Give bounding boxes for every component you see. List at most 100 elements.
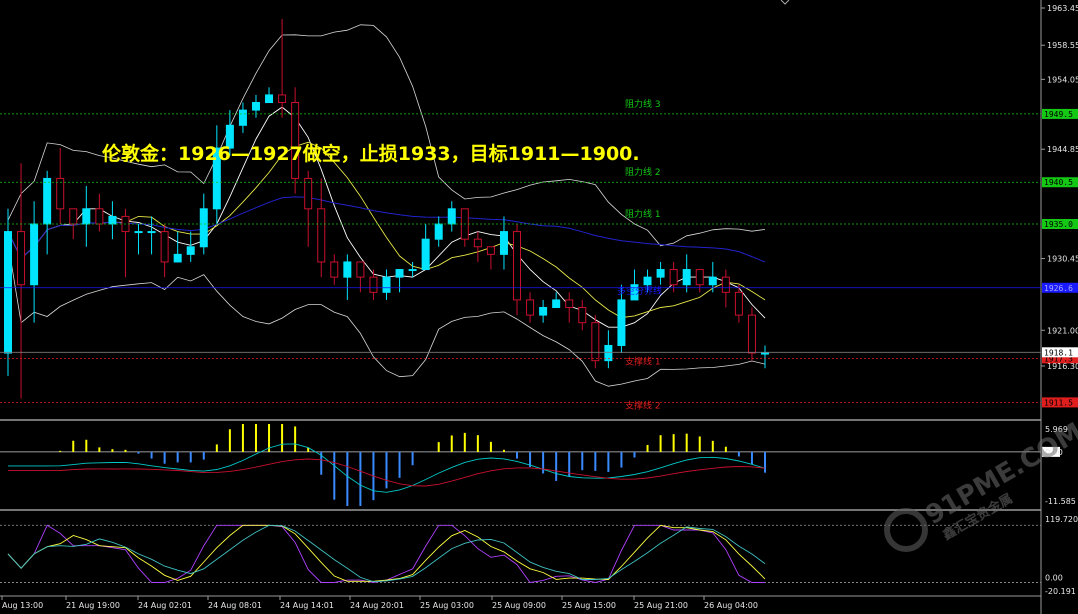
- candlestick: [186, 231, 195, 262]
- candlestick: [147, 216, 156, 255]
- candle-body: [591, 322, 600, 362]
- time-tick-label: 24 Aug 14:01: [280, 601, 334, 610]
- time-tick-label: 24 Aug 08:01: [208, 601, 262, 610]
- candlestick: [134, 223, 143, 255]
- candlestick: [317, 178, 326, 278]
- chevron-down-icon: [780, 0, 790, 5]
- time-tick-label: Aug 13:00: [2, 601, 43, 610]
- level-price-tag: 1949.5: [1044, 110, 1073, 119]
- candlestick: [238, 102, 247, 133]
- candlestick: [4, 208, 12, 376]
- candlestick: [486, 246, 495, 270]
- candle-body: [721, 276, 730, 293]
- candle-body: [656, 269, 665, 278]
- candlestick: [513, 223, 522, 316]
- price-tick-label: 1958.55: [1047, 41, 1078, 50]
- candlestick: [265, 87, 274, 104]
- candle-body: [343, 261, 352, 278]
- current-price-tag: 1918.1: [1044, 348, 1073, 357]
- candlestick: [552, 292, 561, 309]
- candle-body: [408, 269, 417, 272]
- candle-body: [265, 94, 274, 104]
- candle-body: [199, 208, 208, 248]
- candlestick: [30, 201, 39, 323]
- candlestick: [591, 315, 600, 369]
- candlestick: [539, 299, 548, 323]
- price-tick-label: 1963.45: [1047, 4, 1078, 13]
- time-tick-label: 21 Aug 19:00: [66, 601, 120, 610]
- candle-body: [513, 231, 522, 301]
- oscillator-tick-label: -11.585: [1045, 497, 1076, 506]
- candle-body: [539, 307, 548, 316]
- level-label: 阻力线 2: [625, 166, 661, 178]
- candle-body: [552, 299, 561, 309]
- candlestick: [565, 292, 574, 323]
- candle-body: [82, 208, 91, 225]
- candle-body: [526, 299, 535, 316]
- candle-body: [317, 208, 326, 263]
- stochastic-d-line: [7, 524, 766, 582]
- candle-body: [682, 269, 691, 286]
- candle-body: [147, 231, 156, 234]
- candlestick: [761, 345, 769, 369]
- chart-canvas[interactable]: 阻力线 3 阻力线 2 阻力线 1 多空分界线支撑线 1 支撑线 2 1949.5 194…: [0, 0, 1078, 614]
- candle-body: [238, 109, 247, 126]
- candle-body: [56, 177, 65, 210]
- chart-annotation-title: 伦敦金：1926—1927做空，止损1933，目标1911—1900.: [102, 142, 640, 165]
- candlestick: [721, 269, 730, 308]
- time-tick-label: 25 Aug 03:00: [420, 601, 474, 610]
- candle-body: [499, 231, 508, 255]
- candlestick: [43, 170, 52, 255]
- time-tick-label: 26 Aug 04:00: [704, 601, 758, 610]
- candlestick: [460, 208, 469, 247]
- candle-body: [356, 261, 365, 278]
- candlestick: [343, 254, 352, 300]
- watermark-circle-icon: [884, 508, 928, 552]
- stochastic-tick-label: -20.191: [1045, 587, 1076, 596]
- candlestick: [682, 254, 691, 293]
- candle-body: [708, 276, 717, 286]
- candle-body: [643, 276, 652, 286]
- candle-body: [134, 231, 143, 234]
- candle-body: [695, 269, 704, 286]
- candle-body: [486, 246, 495, 255]
- price-tick-label: 1930.45: [1047, 255, 1078, 264]
- candlestick: [369, 269, 378, 300]
- time-tick-label: 24 Aug 02:01: [138, 601, 192, 610]
- level-label: 支撑线 1: [625, 355, 661, 367]
- level-price-tag: 1911.5: [1044, 398, 1073, 407]
- trading-chart-window: 阻力线 3 阻力线 2 阻力线 1 多空分界线 支撑线 1 支撑线 2 1949.5 194…: [0, 0, 1078, 614]
- candlestick: [108, 201, 117, 240]
- price-tick-label: 1954.05: [1047, 75, 1078, 84]
- candle-body: [395, 269, 404, 278]
- candle-body: [304, 177, 313, 210]
- candlestick: [82, 186, 91, 247]
- time-tick-label: 24 Aug 20:01: [350, 601, 404, 610]
- level-label: 阻力线 3: [625, 98, 661, 110]
- candlestick: [330, 254, 339, 285]
- candle-body: [447, 208, 456, 225]
- candle-body: [95, 208, 104, 225]
- candlestick: [473, 231, 482, 262]
- candle-body: [160, 231, 169, 263]
- candle-body: [434, 223, 443, 240]
- candle-body: [761, 352, 769, 355]
- candle-body: [421, 238, 430, 271]
- candlestick: [447, 201, 456, 232]
- candle-body: [382, 276, 391, 293]
- candlestick: [382, 269, 391, 300]
- candle-body: [473, 238, 482, 248]
- candle-body: [17, 231, 26, 286]
- candle-body: [734, 291, 743, 316]
- candle-body: [43, 177, 52, 225]
- candle-body: [669, 269, 678, 286]
- candlestick: [278, 19, 287, 118]
- time-tick-label: 25 Aug 09:00: [492, 601, 546, 610]
- candle-body: [747, 314, 756, 354]
- price-tick-label: 1916.30: [1047, 362, 1078, 371]
- stochastic-tick-label: 119.720: [1045, 515, 1078, 524]
- candle-body: [565, 299, 574, 309]
- price-tick-label: 1944.85: [1047, 145, 1078, 154]
- time-tick-label: 25 Aug 21:00: [634, 601, 688, 610]
- candle-body: [173, 253, 182, 263]
